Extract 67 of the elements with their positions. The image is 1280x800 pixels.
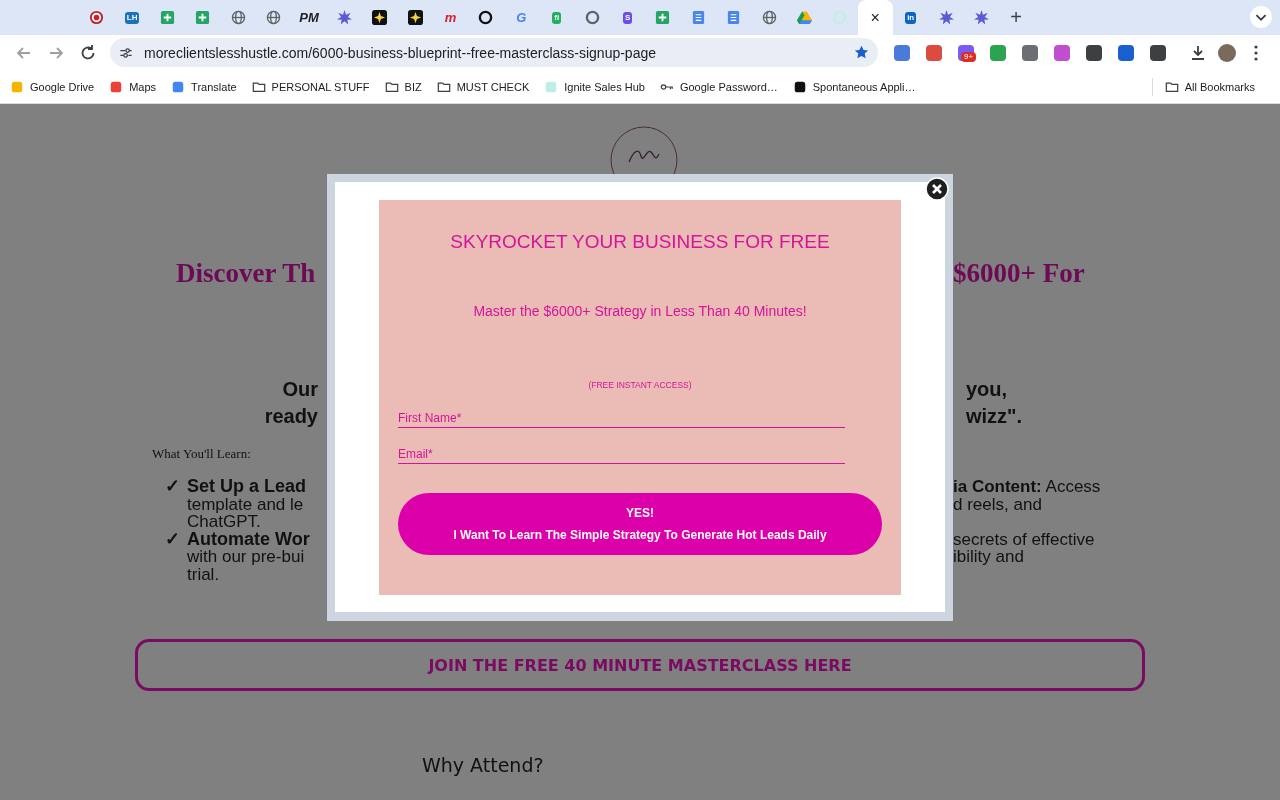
item-text: ibility and <box>953 548 1025 566</box>
intro-text: Our <box>282 377 318 402</box>
extension-icon[interactable] <box>1150 44 1167 61</box>
item-text: template and le <box>187 495 305 513</box>
tab-search-button[interactable] <box>1250 6 1272 28</box>
bookmark-item[interactable]: MUST CHECK <box>436 79 530 94</box>
site-favicon: fi <box>552 11 562 24</box>
page-heading: $6000+ For <box>953 258 1085 288</box>
new-tab-button[interactable]: + <box>1001 6 1032 29</box>
site-favicon: PM <box>299 11 319 24</box>
site-favicon: in <box>905 11 917 24</box>
page-heading: Discover Th <box>176 258 316 288</box>
intro-text: ready <box>264 404 318 429</box>
check-mark: ✓ <box>165 478 181 496</box>
bookmark-item[interactable]: BIZ <box>384 79 422 94</box>
site-favicon: G <box>516 11 527 24</box>
submit-button[interactable]: YES! I Want To Learn The Simple Strategy To Generate Hot Leads Daily <box>398 493 882 555</box>
url-text[interactable]: moreclientslesshustle.com/6000-business-blueprint--free-masterclass-signup-page <box>144 44 854 61</box>
item-text: d reels, and <box>953 495 1043 513</box>
folder-icon <box>384 79 399 94</box>
bookmark-item[interactable]: Ignite Sales Hub <box>544 79 645 94</box>
site-favicon: LH <box>124 11 140 24</box>
browser-tab[interactable]: LH <box>114 0 150 35</box>
site-favicon: S <box>622 11 633 24</box>
item-text: secrets of effective <box>953 530 1096 548</box>
site-favicon: m <box>444 11 457 24</box>
extension-icon[interactable] <box>1022 44 1039 61</box>
count-badge: 9+ <box>961 51 977 62</box>
bookmark-star-icon[interactable] <box>853 44 871 61</box>
close-tab-button[interactable]: × <box>870 9 880 26</box>
section-heading: Why Attend? <box>422 754 544 776</box>
browser-tab[interactable]: S <box>609 0 646 35</box>
intro-text: wizz". <box>966 404 1024 429</box>
item-text: ChatGPT. <box>187 513 262 531</box>
browser-tab[interactable]: in <box>893 0 929 35</box>
extension-icon[interactable] <box>1086 44 1103 61</box>
bookmark-item[interactable]: Google Drive <box>10 79 95 94</box>
folder-icon <box>1164 79 1179 94</box>
browser-tab[interactable]: PM <box>291 0 327 35</box>
item-text: ia Content: Access <box>953 478 1102 496</box>
all-bookmarks-item[interactable]: All Bookmarks <box>1164 79 1255 94</box>
bookmark-item[interactable]: Translate <box>171 79 237 94</box>
browser-tab[interactable]: × <box>857 0 893 35</box>
item-text: trial. <box>187 565 221 583</box>
section-label: What You'll Learn: <box>152 446 251 461</box>
input-field[interactable]: First Name* <box>398 408 845 428</box>
extension-icon[interactable]: 9+ <box>958 44 975 61</box>
profile-avatar[interactable] <box>1218 43 1236 62</box>
bookmark-item[interactable]: PERSONAL STUFF <box>251 79 370 94</box>
access-note: (FREE INSTANT ACCESS) <box>588 379 692 391</box>
check-mark: ✓ <box>165 530 181 548</box>
item-title: Set Up a Lead <box>187 478 307 496</box>
address-bar[interactable]: moreclientslesshustle.com/6000-business-blueprint--free-masterclass-signup-page <box>110 38 879 67</box>
bookmark-item[interactable]: Maps <box>109 79 157 94</box>
item-title: Automate Wor <box>187 530 310 548</box>
bookmark-item[interactable]: Google Password… <box>659 79 778 94</box>
browser-tab[interactable]: m <box>432 0 469 35</box>
intro-text: you, <box>966 377 1009 402</box>
input-field[interactable]: Email* <box>398 444 845 464</box>
popup-subtitle: Master the $6000+ Strategy in Less Than 40 Minutes! <box>473 302 807 320</box>
item-text: with our pre-bui <box>187 548 306 566</box>
bookmark-item[interactable]: Spontaneous Appli… <box>792 79 916 94</box>
folder-icon <box>251 79 266 94</box>
popup-title: SKYROCKET YOUR BUSINESS FOR FREE <box>450 230 830 254</box>
folder-icon <box>436 79 451 94</box>
close-icon[interactable] <box>925 177 949 201</box>
extension-icon[interactable] <box>1118 44 1135 61</box>
